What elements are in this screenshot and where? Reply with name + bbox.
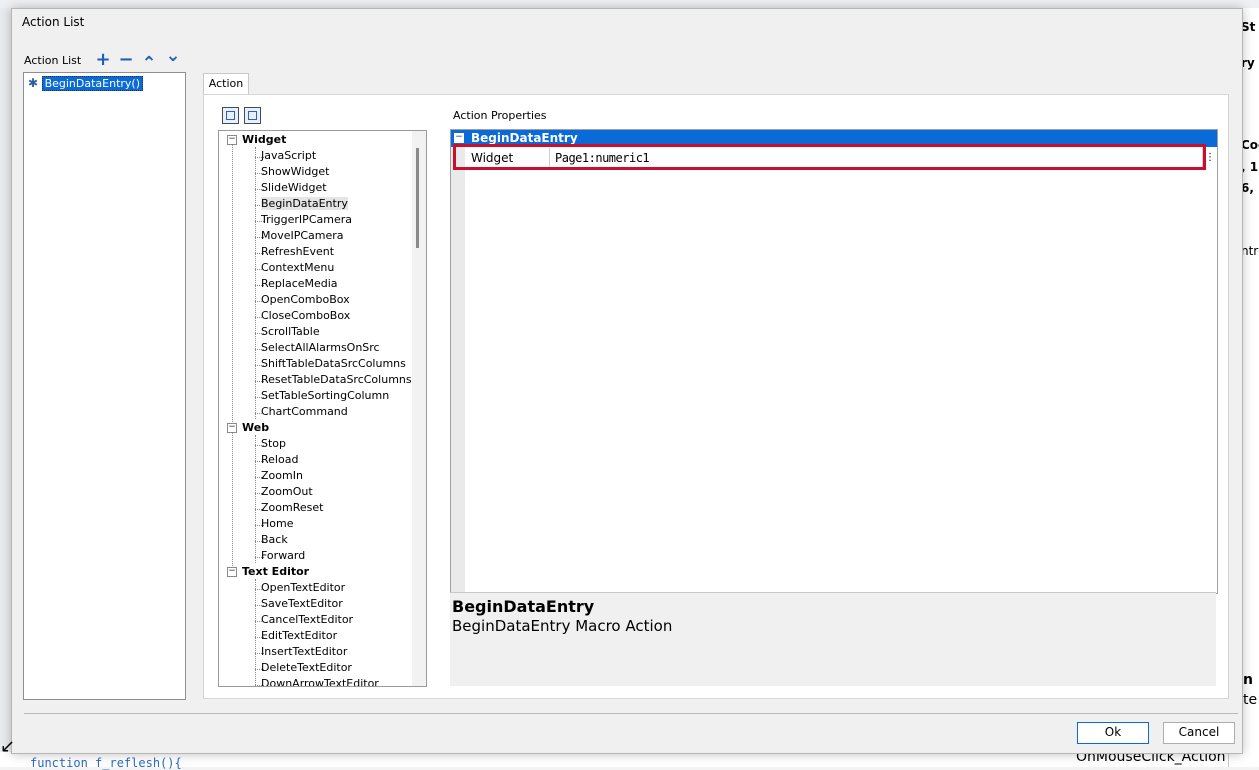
action-tree[interactable]: − Widget JavaScript ShowWidget SlideWidget… [218,130,427,687]
collapse-toggle[interactable]: − [227,423,237,433]
description-title: BeginDataEntry [452,597,595,616]
background-editor [0,752,1259,767]
tree-item[interactable]: ContextMenu [261,261,334,274]
description-panel: BeginDataEntry BeginDataEntry Macro Acti… [450,592,1216,686]
tree-scrollbar[interactable] [412,131,426,686]
background-left-panel [0,8,11,767]
tree-item[interactable]: OpenComboBox [261,293,350,306]
background-code: function f_reflesh(){ [30,756,182,770]
tree-item[interactable]: BeginDataEntry [261,197,348,210]
move-up-button[interactable]: ⌃ [140,55,158,73]
tree-item[interactable]: Forward [261,549,305,562]
tree-item[interactable]: ChartCommand [261,405,348,418]
tab-action[interactable]: Action [203,73,249,95]
tree-item[interactable]: ZoomOut [261,485,313,498]
bg-frag: St [1241,20,1256,34]
tree-item[interactable]: SlideWidget [261,181,327,194]
background-right-panel: St ry Coc , 1: 6, : ntry [1241,8,1259,767]
collapse-icon[interactable]: − [454,133,464,143]
tree-item[interactable]: ScrollTable [261,325,320,338]
tree-item[interactable]: DeleteTextEditor [261,661,352,674]
action-properties-label: Action Properties [453,109,547,122]
bg-frag: , 1: [1241,160,1259,174]
tree-category-widget[interactable]: Widget [242,133,286,146]
scroll-thumb[interactable] [416,148,419,248]
remove-action-button[interactable]: − [117,51,135,69]
tree-item[interactable]: CancelTextEditor [261,613,353,626]
tree-item[interactable]: JavaScript [261,149,316,162]
tree-item[interactable]: TriggerIPCamera [261,213,352,226]
tree-item[interactable]: MoveIPCamera [261,229,344,242]
tree-item[interactable]: Stop [261,437,286,450]
tree-item[interactable]: ResetTableDataSrcColumns [261,373,412,386]
tree-item[interactable]: SaveTextEditor [261,597,343,610]
collapse-toggle[interactable]: − [227,135,237,145]
bg-frag: ntry [1241,244,1259,258]
action-list-box[interactable]: ✱ BeginDataEntry() [23,72,186,700]
move-down-button[interactable]: ⌄ [164,47,182,65]
add-action-button[interactable]: + [94,51,112,69]
tree-item[interactable]: ShowWidget [261,165,329,178]
divider [24,713,1238,714]
collapse-all-icon[interactable] [244,107,261,124]
action-list-dialog: Action List Action List + − ⌃ ⌄ ✱ BeginD… [11,8,1243,754]
tree-item[interactable]: InsertTextEditor [261,645,347,658]
resize-grip-icon[interactable]: ↙ [0,736,15,757]
tree-item[interactable]: CloseComboBox [261,309,350,322]
expand-all-icon[interactable] [222,107,239,124]
tree-item[interactable]: SelectAllAlarmsOnSrc [261,341,380,354]
tree-item[interactable]: EditTextEditor [261,629,337,642]
gear-icon: ✱ [28,76,39,90]
bg-frag: Coc [1241,138,1259,152]
tree-item[interactable]: Home [261,517,293,530]
tree-item[interactable]: SetTableSortingColumn [261,389,389,402]
tree-item[interactable]: OpenTextEditor [261,581,345,594]
action-list-item[interactable]: ✱ BeginDataEntry() [28,76,144,91]
collapse-toggle[interactable]: − [227,567,237,577]
description-text: BeginDataEntry Macro Action [452,617,673,635]
tree-item[interactable]: ReplaceMedia [261,277,338,290]
tree-category-text-editor[interactable]: Text Editor [242,565,309,578]
property-grid: − BeginDataEntry Widget Page1:numeric1 ⋮ [450,129,1218,594]
bg-frag: 6, : [1241,181,1259,195]
action-list-label: Action List [24,54,82,67]
ok-button[interactable]: Ok [1077,722,1149,744]
tree-item[interactable]: Reload [261,453,298,466]
tree-category-web[interactable]: Web [242,421,269,434]
dialog-title: Action List [22,15,85,29]
highlight-box [453,144,1206,170]
action-list-item-label: BeginDataEntry() [41,76,144,91]
cancel-button[interactable]: Cancel [1163,722,1235,744]
tree-item[interactable]: ShiftTableDataSrcColumns [261,357,406,370]
bg-frag: te [1243,692,1258,708]
tree-item[interactable]: ZoomIn [261,469,303,482]
tree-item[interactable]: ZoomReset [261,501,323,514]
tree-item[interactable]: DownArrowTextEditor [261,677,379,686]
bg-frag: n [1243,672,1253,688]
property-group-name: BeginDataEntry [471,131,578,145]
bg-frag: ry [1241,56,1255,70]
tree-item[interactable]: RefreshEvent [261,245,334,258]
tree-item[interactable]: Back [261,533,288,546]
